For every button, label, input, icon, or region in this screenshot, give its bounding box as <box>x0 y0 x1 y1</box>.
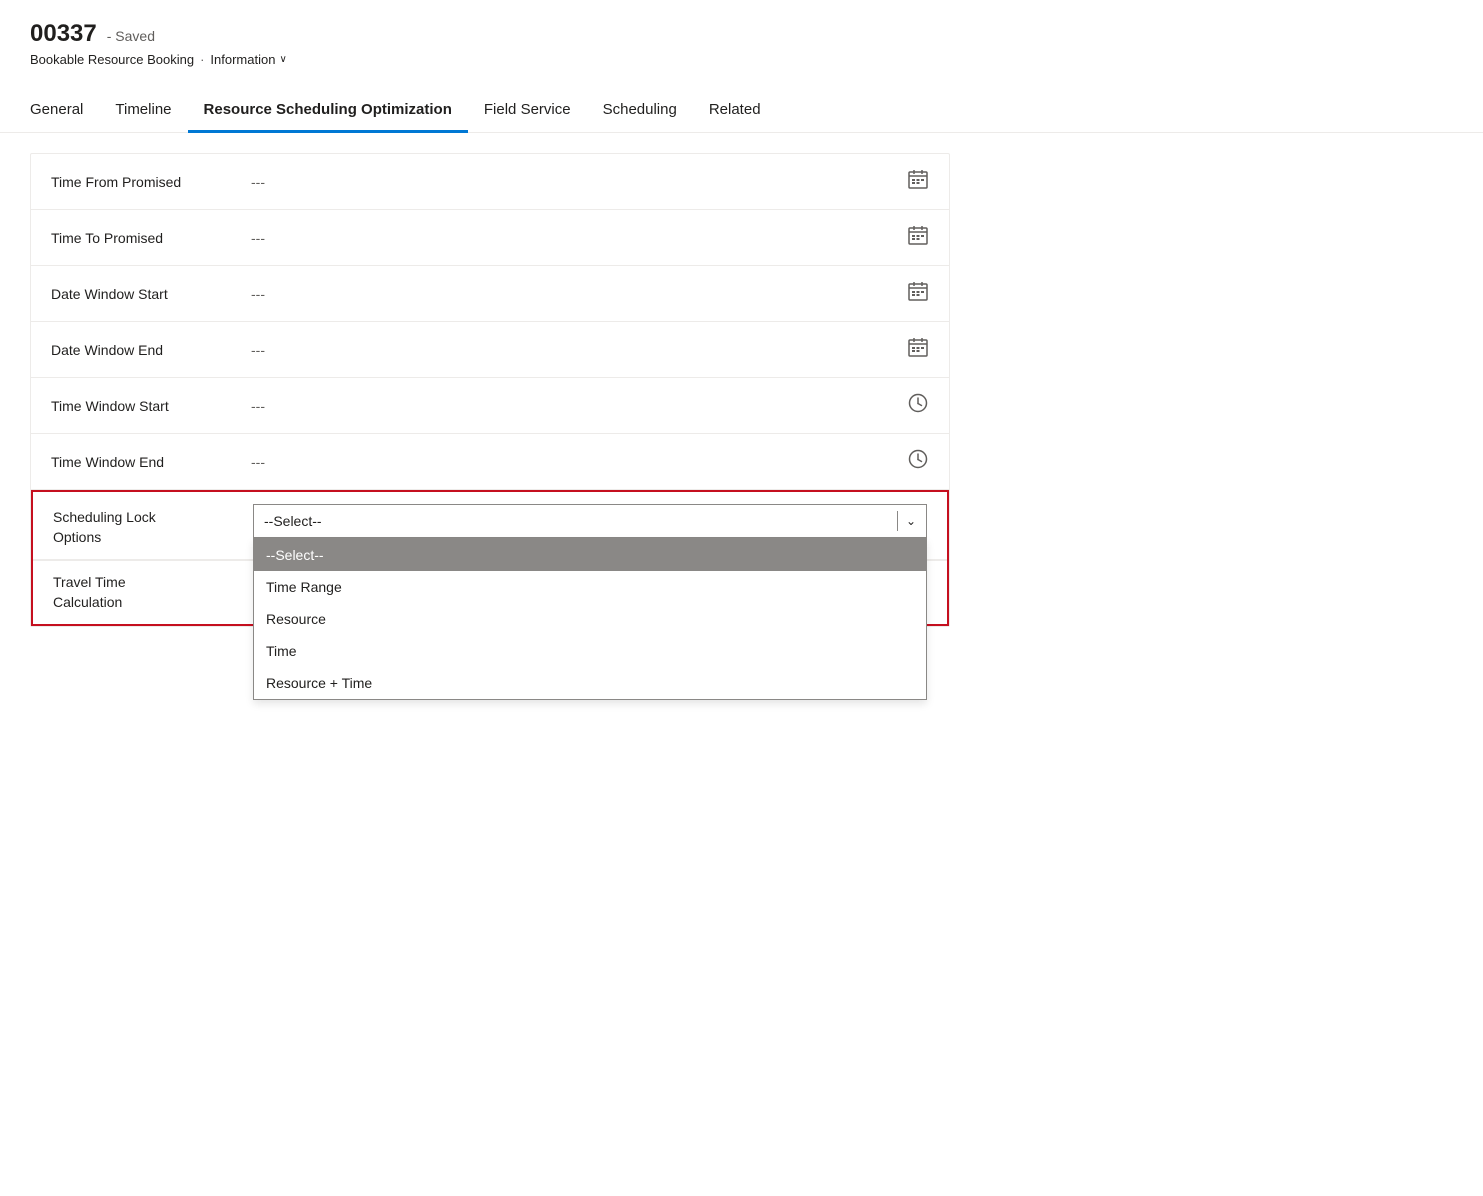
calendar-icon-date-start[interactable] <box>907 280 929 307</box>
breadcrumb-view-toggle[interactable]: Information ∨ <box>210 52 286 67</box>
calendar-svg <box>907 280 929 302</box>
field-row-time-window-start: Time Window Start --- <box>31 378 949 434</box>
breadcrumb-chevron-icon: ∨ <box>279 54 286 65</box>
highlighted-section: Scheduling Lock Options --Select-- ⌄ <box>31 490 949 626</box>
label-travel-time: Travel Time Calculation <box>53 573 253 612</box>
value-date-window-end[interactable]: --- <box>251 342 907 358</box>
tab-timeline[interactable]: Timeline <box>99 91 187 133</box>
page-container: 00337 - Saved Bookable Resource Booking … <box>0 0 1483 1196</box>
label-time-window-end: Time Window End <box>51 454 251 470</box>
value-date-window-start[interactable]: --- <box>251 286 907 302</box>
value-time-window-end[interactable]: --- <box>251 454 907 470</box>
clock-svg <box>907 392 929 414</box>
label-date-window-end: Date Window End <box>51 342 251 358</box>
label-time-to-promised: Time To Promised <box>51 230 251 246</box>
calendar-icon-time-from[interactable] <box>907 168 929 195</box>
breadcrumb-entity[interactable]: Bookable Resource Booking <box>30 52 194 67</box>
field-row-time-from-promised: Time From Promised --- <box>31 154 949 210</box>
breadcrumb-view-label: Information <box>210 52 275 67</box>
scheduling-lock-dropdown: --Select-- Time Range Resource Time Reso… <box>253 538 927 700</box>
field-row-scheduling-lock: Scheduling Lock Options --Select-- ⌄ <box>33 492 947 560</box>
scheduling-lock-select[interactable]: --Select-- ⌄ <box>253 504 927 538</box>
scheduling-lock-select-container: --Select-- ⌄ --Select-- Time Range Resou… <box>253 504 927 538</box>
value-time-from-promised[interactable]: --- <box>251 174 907 190</box>
value-time-window-start[interactable]: --- <box>251 398 907 414</box>
field-row-date-window-start: Date Window Start --- <box>31 266 949 322</box>
field-row-time-to-promised: Time To Promised --- <box>31 210 949 266</box>
label-time-from-promised: Time From Promised <box>51 174 251 190</box>
nav-tabs: General Timeline Resource Scheduling Opt… <box>0 91 1483 133</box>
label-scheduling-lock: Scheduling Lock Options <box>53 504 253 547</box>
dropdown-item-select[interactable]: --Select-- <box>254 539 926 571</box>
tab-rso[interactable]: Resource Scheduling Optimization <box>188 91 468 133</box>
field-row-time-window-end: Time Window End --- <box>31 434 949 490</box>
header-section: 00337 - Saved Bookable Resource Booking … <box>30 20 1453 75</box>
form-card: Time From Promised --- <box>30 153 950 627</box>
label-date-window-start: Date Window Start <box>51 286 251 302</box>
select-divider <box>897 511 898 531</box>
field-row-date-window-end: Date Window End --- <box>31 322 949 378</box>
dropdown-item-resource[interactable]: Resource <box>254 603 926 635</box>
calendar-icon-date-end[interactable] <box>907 336 929 363</box>
tab-scheduling[interactable]: Scheduling <box>587 91 693 133</box>
record-saved-label: - Saved <box>107 28 155 44</box>
calendar-svg <box>907 336 929 358</box>
dropdown-item-time[interactable]: Time <box>254 635 926 667</box>
clock-icon-time-window-end[interactable] <box>907 448 929 475</box>
tab-general[interactable]: General <box>30 91 99 133</box>
scheduling-lock-value: --Select-- <box>264 513 322 529</box>
calendar-svg <box>907 224 929 246</box>
calendar-icon-time-to[interactable] <box>907 224 929 251</box>
breadcrumb-separator: · <box>200 52 204 67</box>
select-control-end: ⌄ <box>889 511 916 531</box>
breadcrumb: Bookable Resource Booking · Information … <box>30 52 1453 67</box>
clock-icon-time-window-start[interactable] <box>907 392 929 419</box>
dropdown-item-resource-time[interactable]: Resource + Time <box>254 667 926 699</box>
tab-field-service[interactable]: Field Service <box>468 91 587 133</box>
calendar-svg <box>907 168 929 190</box>
content-area: Time From Promised --- <box>30 133 1453 647</box>
label-time-window-start: Time Window Start <box>51 398 251 414</box>
record-title-row: 00337 - Saved <box>30 20 1453 48</box>
record-id: 00337 <box>30 20 97 48</box>
clock-svg <box>907 448 929 470</box>
value-time-to-promised[interactable]: --- <box>251 230 907 246</box>
select-chevron-icon: ⌄ <box>906 514 916 528</box>
dropdown-item-time-range[interactable]: Time Range <box>254 571 926 603</box>
tab-related[interactable]: Related <box>693 91 777 133</box>
